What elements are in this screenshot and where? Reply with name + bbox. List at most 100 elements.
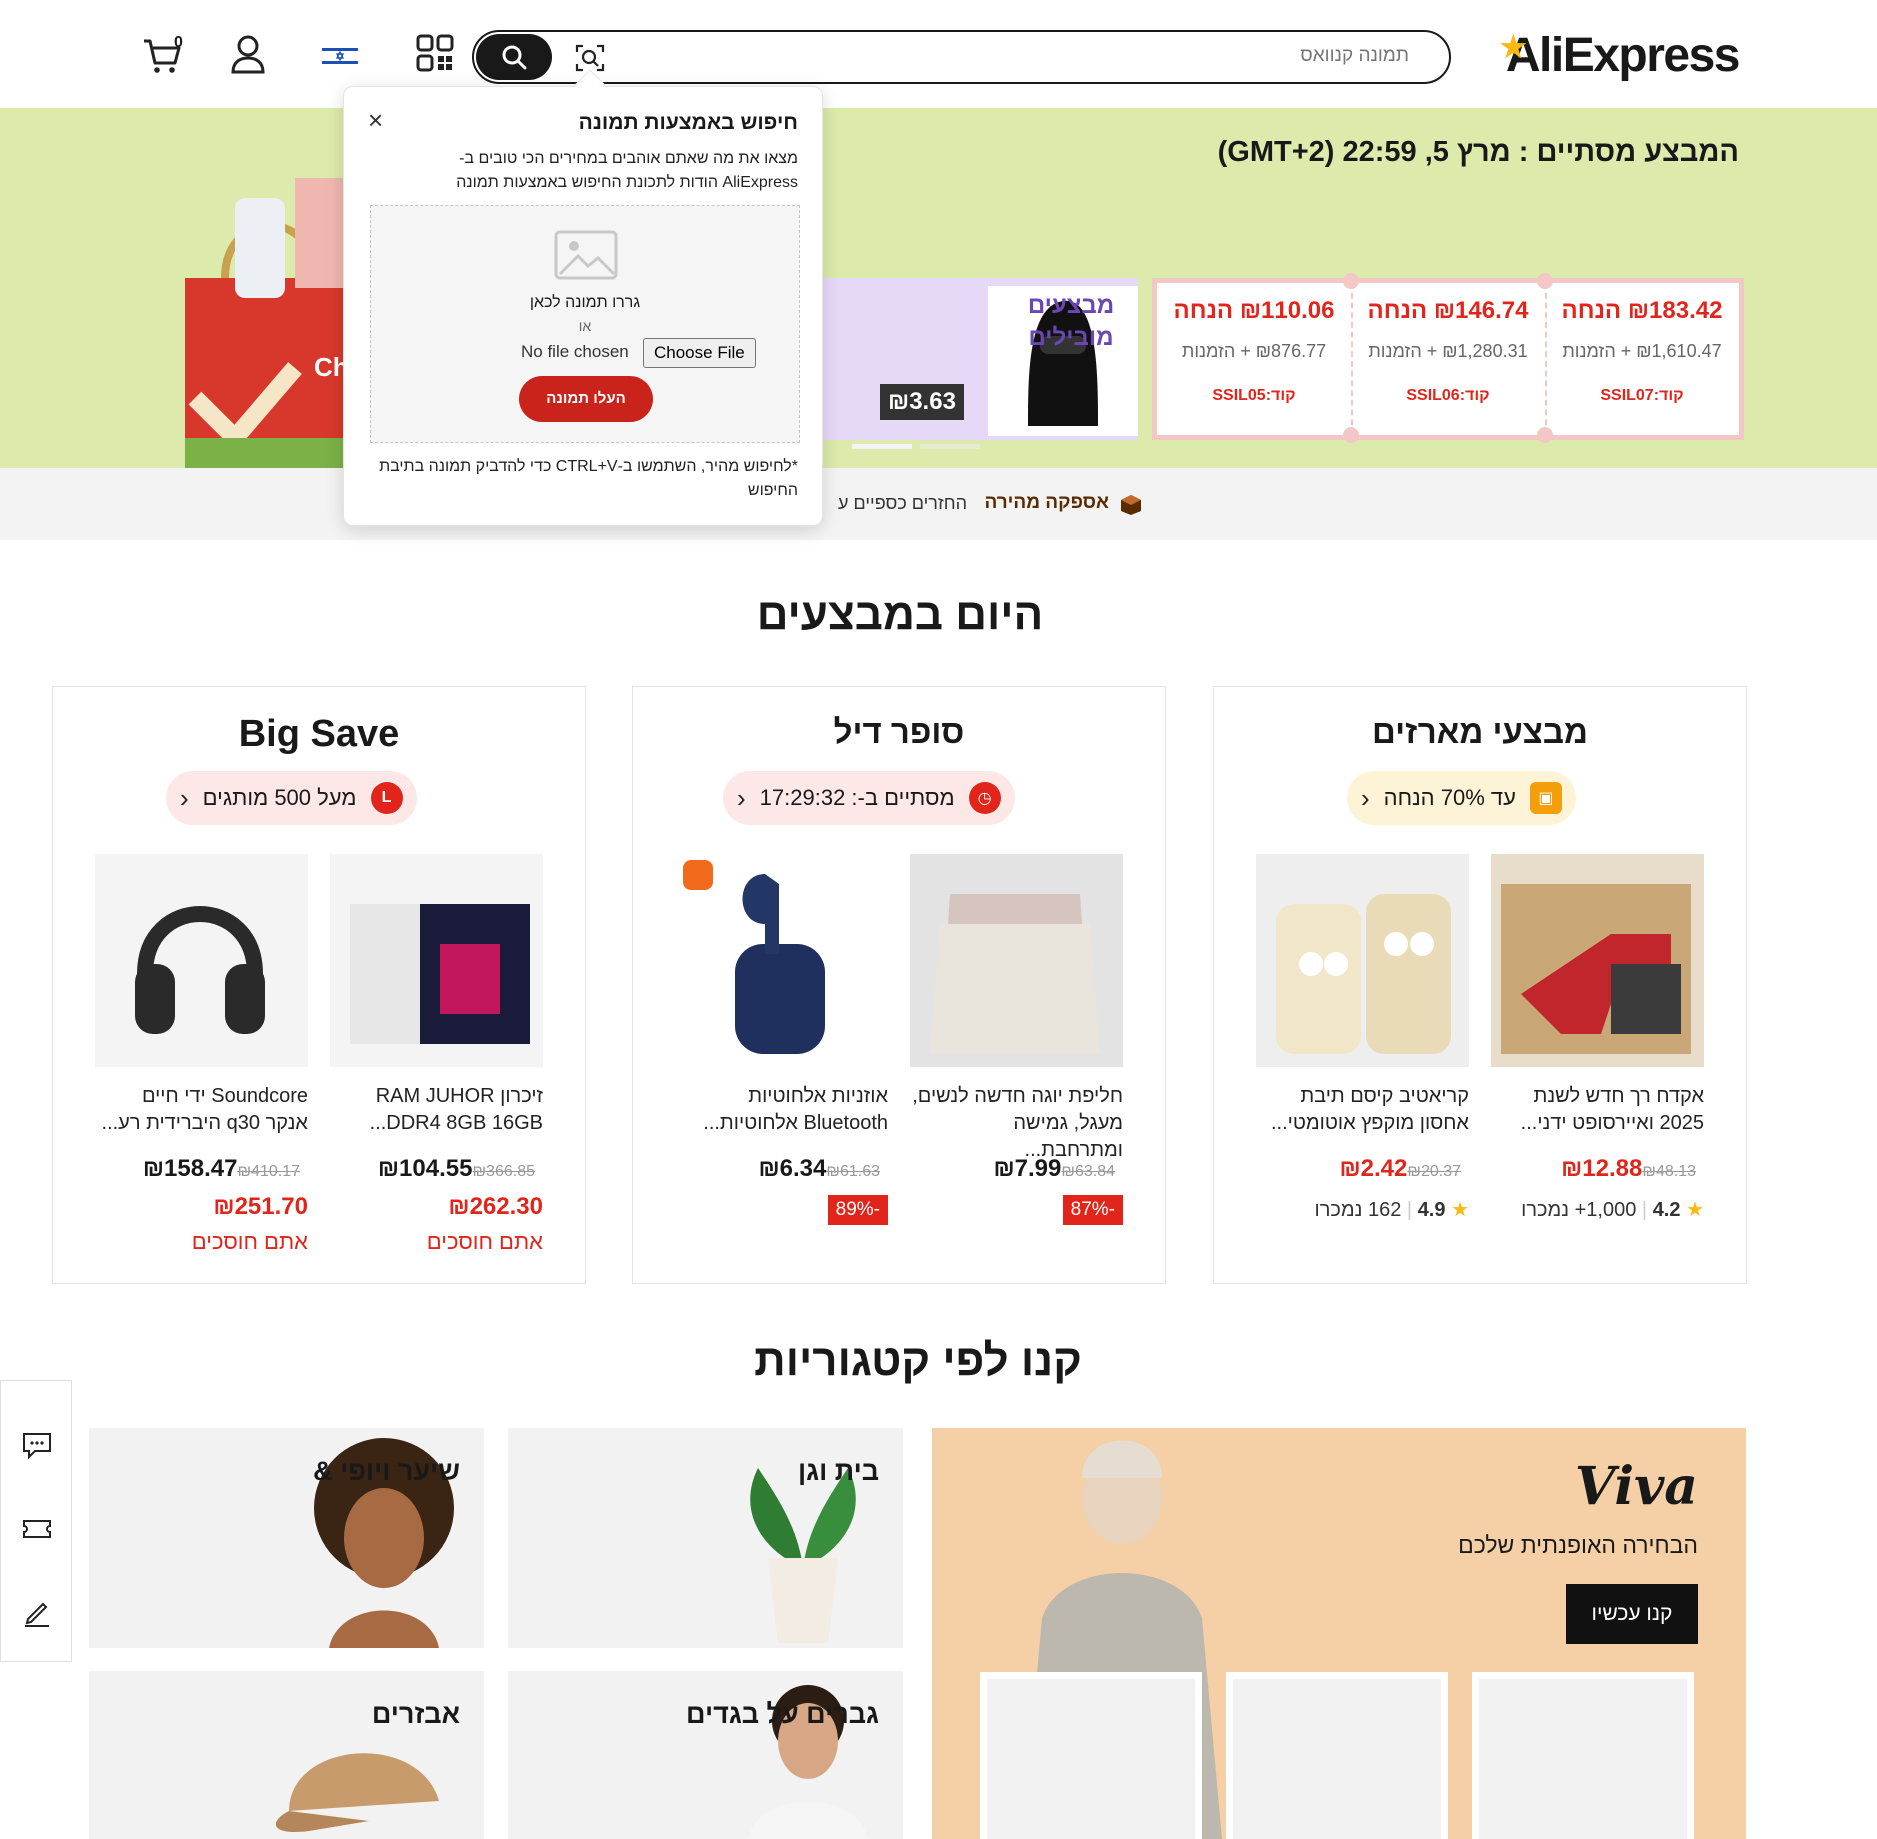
- discount-badge: -89%: [827, 1195, 888, 1225]
- deals-section-title: היום במבצעים: [756, 590, 1044, 639]
- card-title[interactable]: Big Save: [53, 713, 585, 756]
- deal-pill[interactable]: ▣ עד 70% הנחה ‹: [1347, 771, 1576, 825]
- bundle-deals-card: מבצעי מארזים ▣ עד 70% הנחה ‹ אקדח רך חדש…: [1213, 686, 1747, 1284]
- refunds-label[interactable]: החזרים כספיים ע: [838, 493, 967, 514]
- search-input[interactable]: [909, 45, 1409, 67]
- bag-icon: ▣: [1529, 782, 1562, 814]
- product-name[interactable]: Soundcore ידי חיים אנקר q30 היברידית רע.…: [95, 1083, 308, 1137]
- product-rating: ★ 4.2 | 1,000+ נמכרו: [1491, 1197, 1704, 1222]
- coupon-minimum: ₪876.77 + הזמנות: [1181, 341, 1327, 361]
- viva-product-slot[interactable]: [1472, 1672, 1694, 1839]
- product-name[interactable]: אוזניות אלחוטיות Bluetooth אלחוטיות...: [675, 1083, 888, 1137]
- coupon[interactable]: ₪110.06 הנחה ₪876.77 + הזמנות קוד:SSIL05: [1157, 283, 1351, 435]
- qr-code-icon[interactable]: [416, 34, 454, 72]
- saving-amount: ₪262.30: [448, 1193, 543, 1220]
- coupon-divider: [1545, 283, 1547, 435]
- search-bar: [472, 30, 1451, 84]
- product-image[interactable]: [330, 854, 543, 1067]
- coupon-discount: ₪183.42 הנחה: [1561, 297, 1723, 324]
- coupon-notch: [1343, 273, 1359, 289]
- pill-label: מעל 500 מותגים: [202, 785, 357, 810]
- side-toolbar: [0, 1380, 72, 1662]
- aliexpress-logo[interactable]: ★ AliExpress: [1500, 28, 1741, 83]
- viva-promo[interactable]: Viva הבחירה האופנתית שלכם קנו עכשיו: [932, 1428, 1746, 1839]
- coupon[interactable]: ₪183.42 הנחה ₪1,610.47 + הזמנות קוד:SSIL…: [1545, 283, 1739, 435]
- top-deals-label: מבצעים מובילים: [1027, 292, 1115, 351]
- sold-count: 162 נמכרו: [1314, 1199, 1402, 1221]
- choose-file-button[interactable]: Choose File: [643, 338, 756, 368]
- product-price: ₪7.99₪63.84: [910, 1155, 1123, 1183]
- coupon[interactable]: ₪146.74 הנחה ₪1,280.31 + הזמנות קוד:SSIL…: [1351, 283, 1545, 435]
- paste-tip: *לחיפוש מהיר, השתמשו ב-CTRL+V כדי להדביק…: [379, 458, 798, 499]
- category-home-garden[interactable]: בית וגן: [508, 1428, 903, 1648]
- coupon-icon[interactable]: [21, 1513, 53, 1545]
- upload-image-button[interactable]: העלו תמונה: [519, 376, 653, 422]
- card-title[interactable]: מבצעי מארזים: [1214, 713, 1746, 751]
- coupon-code: קוד:SSIL07: [1600, 387, 1684, 404]
- shop-now-button[interactable]: קנו עכשיו: [1566, 1584, 1698, 1644]
- pill-label: עד 70% הנחה: [1383, 785, 1516, 810]
- product-image[interactable]: [1491, 854, 1704, 1067]
- product-name[interactable]: זיכרון RAM JUHOR DDR4 8GB 16GB...: [330, 1083, 543, 1137]
- coupon-minimum: ₪1,280.31 + הזמנות: [1368, 341, 1528, 361]
- category-hair-beauty[interactable]: שיער ויופי &: [89, 1428, 484, 1648]
- coupon-notch: [1537, 273, 1553, 289]
- rating-divider: |: [1641, 1199, 1648, 1221]
- category-men-clothing[interactable]: גברים על בגדים: [508, 1671, 903, 1839]
- carousel-dot-active[interactable]: [852, 444, 912, 449]
- card-title[interactable]: סופר דיל: [633, 713, 1165, 751]
- chevron-left-icon: ‹: [1361, 782, 1370, 813]
- fast-shipping-label[interactable]: אספקה מהירה: [984, 492, 1109, 514]
- product-image[interactable]: [1256, 854, 1469, 1067]
- category-accessories[interactable]: אבזרים: [89, 1671, 484, 1839]
- popup-description: מצאו את מה שאתם אוהבים במחירים הכי טובים…: [456, 150, 798, 191]
- coupon-minimum: ₪1,610.47 + הזמנות: [1562, 341, 1722, 361]
- clock-icon: ◷: [968, 782, 1001, 814]
- logo-star-icon: ★: [1499, 31, 1527, 64]
- product-image[interactable]: [910, 854, 1123, 1067]
- chevron-left-icon: ‹: [180, 782, 189, 813]
- category-label: אבזרים: [371, 1699, 460, 1729]
- viva-subtitle: הבחירה האופנתית שלכם: [1458, 1532, 1698, 1558]
- close-icon[interactable]: ×: [368, 105, 383, 136]
- viva-logo: Viva: [1574, 1456, 1698, 1517]
- original-price: ₪410.17: [237, 1163, 300, 1180]
- top-deals-card[interactable]: מבצעים מובילים ₪3.63: [818, 278, 1138, 440]
- viva-product-slot[interactable]: [1226, 1672, 1448, 1839]
- product-price: ₪104.55₪366.85: [330, 1155, 543, 1183]
- product-name[interactable]: קריאטיב קיסם תיבת אחסון מוקפץ אוטומטי...: [1256, 1083, 1469, 1137]
- sale-countdown: המבצע מסתיים : מרץ 5, 22:59 (GMT+2): [1217, 136, 1739, 168]
- storage-box-image: [1276, 894, 1451, 1054]
- pill-label: מסתיים ב-: 17:29:32: [759, 785, 955, 810]
- product-image[interactable]: [95, 854, 308, 1067]
- product-name[interactable]: חליפת יוגה חדשה לנשים, מעגל, גמישה ומתרח…: [910, 1083, 1123, 1164]
- search-button[interactable]: [476, 34, 552, 80]
- product-name[interactable]: אקדח רך חדש לשנת 2025 ואיירסופט ידני...: [1491, 1083, 1704, 1137]
- chat-icon[interactable]: [21, 1429, 53, 1461]
- price-value: ₪7.99: [993, 1155, 1062, 1182]
- price-value: ₪12.88: [1561, 1155, 1643, 1182]
- deal-pill[interactable]: L מעל 500 מותגים ‹: [166, 771, 417, 825]
- image-dropzone[interactable]: גררו תמונה לכאן או No file chosen Choose…: [370, 205, 800, 443]
- carousel-dot[interactable]: [920, 444, 980, 449]
- category-label: גברים על בגדים: [686, 1699, 879, 1729]
- saving-amount: ₪251.70: [213, 1193, 308, 1220]
- israel-flag-icon[interactable]: [322, 46, 358, 66]
- star-icon: ★: [1451, 1199, 1469, 1221]
- star-icon: ★: [1686, 1199, 1704, 1221]
- chevron-left-icon: ‹: [737, 782, 746, 813]
- coupon-discount: ₪110.06 הנחה: [1173, 297, 1335, 324]
- viva-product-slot[interactable]: [980, 1672, 1202, 1839]
- rating-divider: |: [1406, 1199, 1413, 1221]
- deal-pill[interactable]: ◷ מסתיים ב-: 17:29:32 ‹: [723, 771, 1015, 825]
- category-label: בית וגן: [798, 1456, 879, 1486]
- benefits-strip: אספקה מהירה החזרים כספיים ע: [0, 468, 1877, 540]
- big-save-card: Big Save L מעל 500 מותגים ‹ זיכרון RAM J…: [52, 686, 586, 1284]
- yoga-suit-image: [930, 894, 1100, 1054]
- edit-icon[interactable]: [21, 1597, 53, 1629]
- rating-score: 4.2: [1652, 1199, 1681, 1221]
- coupons-panel: ₪183.42 הנחה ₪1,610.47 + הזמנות קוד:SSIL…: [1152, 273, 1744, 443]
- ram-box-image: [350, 904, 530, 1044]
- user-icon[interactable]: [230, 34, 266, 74]
- product-image[interactable]: [675, 854, 888, 1067]
